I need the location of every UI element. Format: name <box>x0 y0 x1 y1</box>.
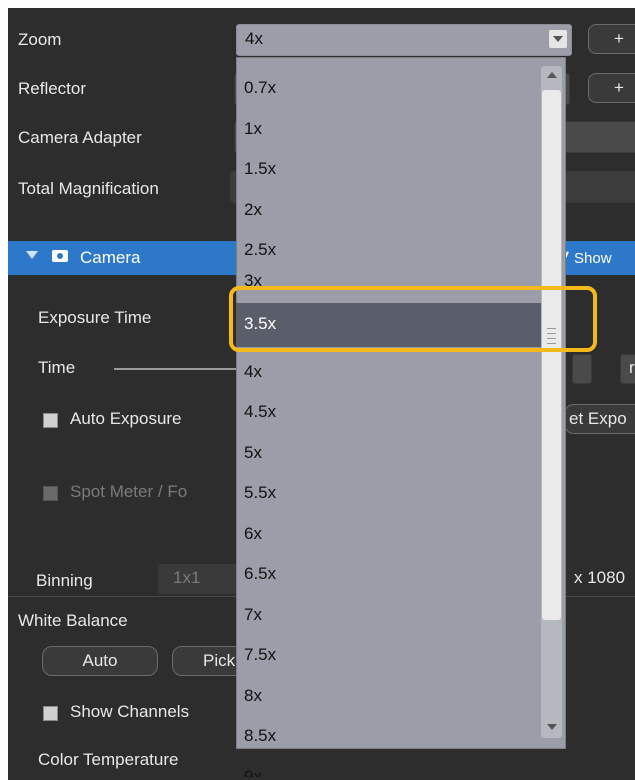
zoom-option[interactable]: 0.7x <box>244 78 276 98</box>
dropdown-chevron-icon[interactable] <box>549 30 567 48</box>
zoom-option[interactable]: 1x <box>244 119 262 139</box>
resolution-label: x 1080 <box>574 568 626 587</box>
exposure-time-slider[interactable] <box>114 368 244 370</box>
zoom-option[interactable]: 1.5x <box>244 159 276 179</box>
camera-icon <box>52 250 68 262</box>
zoom-option[interactable]: 6.5x <box>244 564 276 584</box>
zoom-label: Zoom <box>18 30 62 49</box>
scroll-down-icon[interactable] <box>547 724 557 730</box>
binning-value: 1x1 <box>173 568 201 587</box>
zoom-selected-value: 4x <box>245 29 263 48</box>
auto-exposure-label: Auto Exposure <box>70 409 182 428</box>
zoom-option[interactable]: 2.5x <box>244 240 276 260</box>
zoom-option[interactable]: 7.5x <box>244 645 276 665</box>
time-unit-select[interactable]: r <box>620 354 635 384</box>
total-magnification-label: Total Magnification <box>18 179 159 198</box>
auto-exposure-checkbox[interactable] <box>43 413 58 428</box>
zoom-option[interactable]: 8x <box>244 686 262 706</box>
collapse-arrow-icon[interactable] <box>26 251 38 259</box>
zoom-option[interactable]: 4x <box>244 362 262 382</box>
zoom-option[interactable]: 7x <box>244 605 262 625</box>
auto-white-balance-button[interactable]: Auto <box>42 646 158 676</box>
camera-section-title: Camera <box>80 248 141 267</box>
scroll-up-icon[interactable] <box>547 72 557 78</box>
zoom-plus-button[interactable]: + <box>588 24 635 54</box>
show-channels-label: Show Channels <box>70 702 190 721</box>
dropdown-scrollbar[interactable] <box>541 66 562 738</box>
time-spinner[interactable] <box>572 354 592 384</box>
highlight-annotation-box <box>229 286 597 352</box>
zoom-option[interactable]: 9x <box>244 767 262 777</box>
zoom-option[interactable]: 5.5x <box>244 483 276 503</box>
set-exposure-button[interactable]: et Expo <box>564 404 635 434</box>
zoom-select[interactable]: 4x <box>236 24 572 56</box>
show-channels-checkbox[interactable] <box>43 706 58 721</box>
zoom-option[interactable]: 5x <box>244 443 262 463</box>
binning-label: Binning <box>36 571 93 590</box>
camera-adapter-label: Camera Adapter <box>18 128 142 147</box>
reflector-label: Reflector <box>18 79 87 98</box>
zoom-option[interactable]: 4.5x <box>244 402 276 422</box>
zoom-option[interactable]: 2x <box>244 200 262 220</box>
time-label: Time <box>38 358 76 377</box>
time-unit-label: r <box>629 358 635 377</box>
show-all-toggle[interactable]: Show <box>574 249 612 269</box>
color-temperature-label: Color Temperature <box>38 750 179 769</box>
zoom-dropdown-list[interactable] <box>236 57 566 749</box>
scrollbar-thumb[interactable] <box>542 90 561 620</box>
spot-meter-label: Spot Meter / Fo <box>70 482 188 501</box>
spot-meter-checkbox[interactable] <box>43 486 58 501</box>
white-balance-label: White Balance <box>18 611 128 630</box>
exposure-time-label: Exposure Time <box>38 308 152 327</box>
zoom-option[interactable]: 6x <box>244 524 262 544</box>
screenshot-stage: Zoom Reflector Camera Adapter Total Magn… <box>0 0 635 780</box>
zoom-option[interactable]: 8.5x <box>244 726 276 746</box>
reflector-plus-button[interactable]: + <box>588 73 635 103</box>
